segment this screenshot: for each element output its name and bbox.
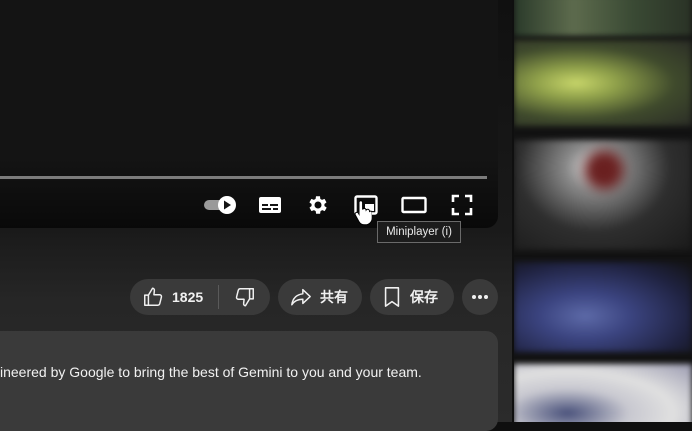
progress-bar[interactable] — [0, 176, 487, 179]
like-count: 1825 — [172, 289, 204, 305]
more-actions-button[interactable] — [462, 279, 498, 315]
recommendations-sidebar — [514, 0, 692, 422]
hand-cursor-icon — [354, 200, 372, 226]
settings-button[interactable] — [301, 188, 335, 222]
theater-mode-icon — [401, 196, 427, 214]
share-button[interactable]: 共有 — [278, 279, 362, 315]
recommended-thumbnail[interactable] — [514, 40, 692, 126]
thumbnail-blur-spot — [584, 150, 624, 190]
share-label: 共有 — [320, 289, 348, 305]
theater-mode-button[interactable] — [397, 188, 431, 222]
video-player[interactable] — [0, 0, 498, 228]
subtitles-icon — [259, 197, 281, 213]
more-horizontal-icon — [472, 295, 488, 299]
description-text: ineered by Google to bring the best of G… — [0, 364, 422, 380]
autoplay-icon — [204, 196, 236, 214]
fullscreen-icon — [451, 194, 473, 216]
fullscreen-button[interactable] — [445, 188, 479, 222]
recommended-thumbnail[interactable] — [514, 0, 692, 36]
like-button[interactable]: 1825 — [130, 279, 218, 315]
thumbs-down-icon — [235, 288, 254, 307]
recommended-thumbnail[interactable] — [514, 364, 692, 422]
subtitles-button[interactable] — [253, 188, 287, 222]
settings-icon — [309, 196, 327, 214]
share-arrow-icon — [291, 288, 311, 306]
save-label: 保存 — [410, 289, 438, 305]
save-button[interactable]: 保存 — [370, 279, 454, 315]
description-box[interactable] — [0, 331, 498, 431]
miniplayer-tooltip: Miniplayer (i) — [377, 221, 461, 243]
recommended-thumbnail[interactable] — [514, 262, 692, 352]
bookmark-icon — [384, 287, 400, 307]
thumbs-up-icon — [144, 287, 163, 306]
dislike-button[interactable] — [219, 279, 270, 315]
like-dislike-group: 1825 — [130, 279, 270, 315]
autoplay-toggle[interactable] — [201, 188, 239, 222]
